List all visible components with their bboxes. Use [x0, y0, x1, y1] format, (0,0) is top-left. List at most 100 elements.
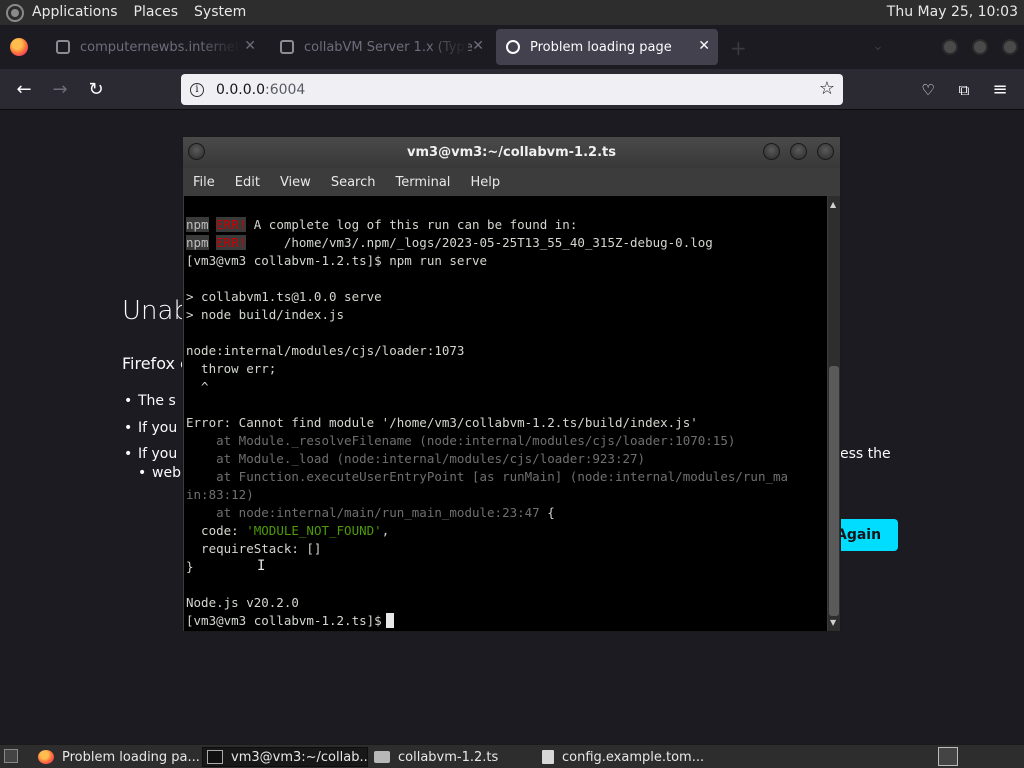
- url-port: :6004: [264, 81, 306, 98]
- show-desktop-icon[interactable]: [4, 749, 18, 763]
- new-tab-icon[interactable]: +: [730, 36, 747, 60]
- page-lead: Firefox c: [122, 354, 189, 373]
- terminal-line: Node.js v20.2.0: [186, 595, 299, 610]
- info-icon: [506, 40, 520, 54]
- minimize-button[interactable]: [942, 39, 958, 55]
- bullet-item: If you: [124, 420, 177, 436]
- terminal-title: vm3@vm3:~/collabvm-1.2.ts: [407, 145, 616, 160]
- terminal-line: npm ERR! A complete log of this run can …: [186, 217, 578, 232]
- menu-system[interactable]: System: [186, 0, 254, 25]
- page-favicon-icon: [56, 40, 70, 54]
- terminal-line: at Function.executeUserEntryPoint [as ru…: [186, 469, 789, 484]
- task-text-editor[interactable]: config.example.tom...: [538, 747, 718, 767]
- close-icon[interactable]: ✕: [472, 38, 484, 54]
- top-panel: Applications Places System Thu May 25, 1…: [0, 0, 1024, 25]
- scroll-up-icon[interactable]: ▲: [830, 200, 836, 209]
- menu-file[interactable]: File: [183, 175, 225, 190]
- scrollbar-thumb[interactable]: [829, 366, 839, 616]
- terminal-line: in:83:12): [186, 487, 254, 502]
- bottom-taskbar: Problem loading pa... vm3@vm3:~/collab..…: [0, 744, 1024, 768]
- terminal-line: ^: [186, 379, 209, 394]
- page-title: Unab: [122, 296, 190, 326]
- desktop: { "top_panel": { "menus": ["Applications…: [0, 0, 1024, 768]
- terminal-line: npm ERR! /home/vm3/.npm/_logs/2023-05-25…: [186, 235, 713, 250]
- minimize-button[interactable]: [763, 143, 780, 160]
- task-label: Problem loading pa...: [62, 749, 200, 765]
- terminal-line: > collabvm1.ts@1.0.0 serve: [186, 289, 382, 304]
- forward-arrow-icon[interactable]: →: [47, 77, 73, 103]
- menu-places[interactable]: Places: [126, 0, 187, 25]
- terminal-line: at Module._load (node:internal/modules/c…: [186, 451, 646, 466]
- terminal-line: code: 'MODULE_NOT_FOUND',: [186, 523, 390, 538]
- tab-problem-loading[interactable]: Problem loading page ✕: [496, 29, 718, 65]
- back-arrow-icon[interactable]: ←: [11, 77, 37, 103]
- task-label: config.example.tom...: [562, 749, 705, 765]
- browser-navbar: ← → ↻ i 0.0.0.0 :6004 ☆ ♡ ⧉ ≡: [0, 69, 1024, 110]
- close-window-button[interactable]: [1002, 39, 1018, 55]
- extensions-icon[interactable]: ⧉: [951, 77, 977, 103]
- terminal-cursor: [385, 613, 394, 628]
- menu-view[interactable]: View: [270, 175, 321, 190]
- tab-computernewbs[interactable]: computernewbs.internet ✕: [46, 29, 264, 65]
- pocket-icon[interactable]: ♡: [915, 77, 941, 103]
- browser-tabbar: computernewbs.internet ✕ collabVM Server…: [0, 25, 1024, 69]
- terminal-scrollbar[interactable]: ▲ ▼: [828, 196, 840, 631]
- terminal-titlebar[interactable]: vm3@vm3:~/collabvm-1.2.ts: [183, 137, 840, 168]
- task-terminal[interactable]: vm3@vm3:~/collab...: [202, 747, 368, 767]
- close-icon[interactable]: ✕: [698, 38, 710, 54]
- url-host: 0.0.0.0: [216, 81, 265, 98]
- bullet-continuation: web: [138, 465, 181, 481]
- task-label: vm3@vm3:~/collab...: [231, 749, 368, 765]
- menu-hamburger-icon[interactable]: ≡: [987, 77, 1013, 103]
- terminal-line: throw err;: [186, 361, 277, 376]
- menu-edit[interactable]: Edit: [225, 175, 270, 190]
- bullet-item: The s: [124, 393, 176, 409]
- reload-icon[interactable]: ↻: [83, 77, 109, 103]
- terminal-line: > node build/index.js: [186, 307, 345, 322]
- menu-terminal[interactable]: Terminal: [385, 175, 460, 190]
- clock[interactable]: Thu May 25, 10:03: [887, 0, 1018, 25]
- text-editor-icon: [542, 750, 554, 764]
- task-firefox[interactable]: Problem loading pa...: [34, 747, 200, 767]
- firefox-icon: [38, 750, 54, 764]
- task-folder[interactable]: collabvm-1.2.ts: [370, 747, 536, 767]
- terminal-line: }: [186, 559, 194, 574]
- site-info-icon[interactable]: i: [190, 82, 204, 97]
- menu-help[interactable]: Help: [460, 175, 510, 190]
- maximize-button[interactable]: [790, 143, 807, 160]
- folder-icon: [374, 751, 390, 763]
- terminal-icon: [207, 750, 223, 764]
- task-label: collabvm-1.2.ts: [398, 749, 499, 765]
- url-bar[interactable]: i 0.0.0.0 :6004 ☆: [181, 74, 843, 105]
- menu-search[interactable]: Search: [321, 175, 386, 190]
- maximize-button[interactable]: [972, 39, 988, 55]
- terminal-line: at Module._resolveFilename (node:interna…: [186, 433, 736, 448]
- tab-collabvm-server[interactable]: collabVM Server 1.x (Type ✕: [270, 29, 492, 65]
- terminal-screen[interactable]: npm ERR! A complete log of this run can …: [184, 196, 827, 631]
- window-menu-button[interactable]: [188, 143, 205, 160]
- terminal-line: at node:internal/main/run_main_module:23…: [186, 505, 555, 520]
- bullet-item: If you: [124, 446, 177, 462]
- tab-label: Problem loading page: [530, 39, 672, 55]
- terminal-window[interactable]: vm3@vm3:~/collabvm-1.2.ts File Edit View…: [182, 136, 841, 632]
- terminal-line: Error: Cannot find module '/home/vm3/col…: [186, 415, 698, 430]
- terminal-line: node:internal/modules/cjs/loader:1073: [186, 343, 465, 358]
- terminal-line: [vm3@vm3 collabvm-1.2.ts]$ npm run serve: [186, 253, 488, 268]
- ibeam-cursor-icon: I: [257, 558, 266, 574]
- scroll-down-icon[interactable]: ▼: [830, 618, 836, 627]
- chevron-down-icon[interactable]: ⌄: [872, 38, 884, 54]
- tab-fade: [200, 29, 240, 65]
- close-button[interactable]: [817, 143, 834, 160]
- tab-fade: [428, 29, 468, 65]
- bullet-tail: ess the: [840, 446, 891, 462]
- firefox-view-icon[interactable]: [10, 38, 28, 56]
- page-favicon-icon: [280, 40, 294, 54]
- close-icon[interactable]: ✕: [244, 38, 256, 54]
- workspace-switcher[interactable]: [938, 747, 958, 766]
- terminal-prompt-line: [vm3@vm3 collabvm-1.2.ts]$: [186, 612, 394, 630]
- bookmark-star-icon[interactable]: ☆: [819, 78, 835, 99]
- menu-applications[interactable]: Applications: [24, 0, 126, 25]
- distro-logo-icon[interactable]: [6, 3, 24, 22]
- terminal-line: requireStack: []: [186, 541, 322, 556]
- terminal-menubar: File Edit View Search Terminal Help: [183, 168, 840, 196]
